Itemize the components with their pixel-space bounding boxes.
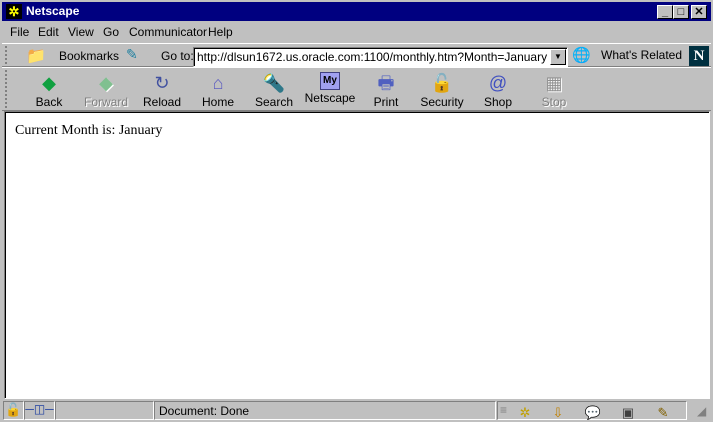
maximize-button[interactable]: □ [673,5,689,19]
navigator-icon[interactable]: ✲ [515,405,535,421]
search-label: Search [254,95,294,109]
minimize-button[interactable]: _ [657,5,673,19]
stop-label: Stop [541,95,567,109]
stop-icon: ▦ [545,73,563,93]
progress-bar [55,401,154,420]
location-toolbar: 📁 Bookmarks ✎ Go to: http://dlsun1672.us… [2,43,711,67]
forward-button[interactable]: ◆ Forward [78,72,134,110]
resize-grip-icon[interactable]: ◢ [697,404,706,418]
status-bar: 🔓 ─◫─ Document: Done ≡ ✲ ⇩ 💬 ▣ ✎ ◢ [0,400,713,422]
menu-bar: File Edit View Go Communicator Help [0,22,713,42]
forward-icon: ◆ [99,73,113,93]
netscape-label: Netscape [304,91,356,105]
close-button[interactable]: ✕ [691,5,707,19]
connection-plug-icon: ─◫─ [24,401,55,420]
print-icon: 🖶 [377,73,395,93]
address-book-icon[interactable]: ▣ [618,405,638,421]
bookmarks-icon[interactable]: 📁 [26,46,46,66]
security-button[interactable]: 🔓 Security [414,72,470,110]
menu-edit[interactable]: Edit [38,25,59,39]
menu-file[interactable]: File [10,25,29,39]
home-button[interactable]: ⌂ Home [190,72,246,110]
reload-label: Reload [142,95,182,109]
menu-go[interactable]: Go [103,25,119,39]
whats-related-icon[interactable]: 🌐 [572,46,591,64]
security-icon: 🔓 [430,73,454,93]
home-icon: ⌂ [212,73,224,93]
print-button[interactable]: 🖶 Print [358,72,414,110]
print-label: Print [373,95,399,109]
shop-button[interactable]: @ Shop [470,72,526,110]
shop-label: Shop [483,95,513,109]
menu-view[interactable]: View [68,25,94,39]
security-lock-icon[interactable]: 🔓 [3,401,24,420]
current-month-text: Current Month is: January [15,123,163,138]
bookmarks-button[interactable]: Bookmarks [59,49,119,63]
whats-related-button[interactable]: What's Related [601,48,682,62]
component-bar: ≡ ✲ ⇩ 💬 ▣ ✎ [497,401,687,420]
navigation-toolbar: ◆ Back ◆ Forward ↻ Reload ⌂ Home 🔦 Search My N… [2,67,711,111]
reload-icon: ↻ [154,73,170,93]
back-icon: ◆ [42,73,56,93]
security-label: Security [420,95,464,109]
stop-button[interactable]: ▦ Stop [526,72,582,110]
url-dropdown-button[interactable]: ▼ [550,49,566,65]
composer-icon[interactable]: ✎ [653,405,673,421]
page-proxy-icon[interactable]: ✎ [126,46,138,63]
search-button[interactable]: 🔦 Search [246,72,302,110]
component-bar-grip[interactable]: ≡ [500,403,507,417]
reload-button[interactable]: ↻ Reload [134,72,190,110]
shop-icon: @ [488,73,508,93]
toolbar-grip[interactable] [5,46,11,64]
search-icon: 🔦 [262,73,286,93]
my-netscape-icon: My [320,72,340,90]
home-label: Home [201,95,234,109]
url-input[interactable]: http://dlsun1672.us.oracle.com:1100/mont… [193,47,568,67]
window-title: Netscape [26,4,80,18]
back-button[interactable]: ◆ Back [21,72,77,110]
status-text: Document: Done [154,401,496,420]
toolbar-grip[interactable] [5,70,11,108]
menu-communicator[interactable]: Communicator [129,25,207,39]
goto-label: Go to: [161,49,194,63]
title-bar[interactable]: ✲ Netscape _ □ ✕ [2,2,711,21]
back-label: Back [35,95,63,109]
forward-label: Forward [83,95,128,109]
discussions-icon[interactable]: 💬 [583,405,603,421]
page-content: Current Month is: January [4,111,710,399]
netscape-app-icon: ✲ [6,4,22,19]
my-netscape-button[interactable]: My Netscape [302,72,358,110]
netscape-logo-button[interactable]: N [689,46,709,66]
mail-icon[interactable]: ⇩ [548,405,568,421]
menu-help[interactable]: Help [208,25,233,39]
